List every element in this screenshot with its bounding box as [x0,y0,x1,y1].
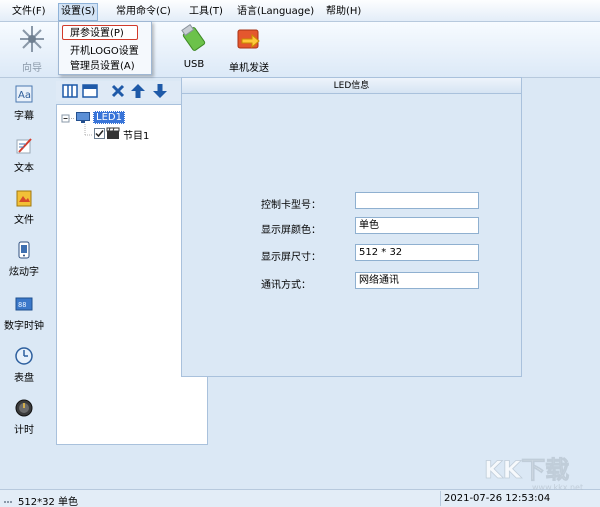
svg-text:Aa: Aa [18,90,31,101]
screen-size-label: 显示屏尺寸： [261,252,321,263]
led-info-title: LED信息 [182,78,521,94]
status-screen-info: 512*32 单色 [18,497,78,507]
svg-text:88: 88 [18,301,26,309]
timer-icon [15,399,33,417]
subtitle-button[interactable]: Aa 字幕 [0,84,48,122]
controller-model-label: 控制卡型号： [261,200,321,211]
screen-color-field[interactable]: 单色 [355,217,479,234]
usb-label: USB [183,59,205,70]
admin-item[interactable]: 管理员设置(A) [59,59,151,74]
dial-button[interactable]: 表盘 [0,346,48,384]
svg-text:www.kkx.net: www.kkx.net [532,483,583,492]
menu-bar: 文件(F) 设置(S) 常用命令(C) 工具(T) 语言(Language) 帮… [0,0,600,22]
wizard-label: 向导 [22,63,42,74]
file-icon [16,190,32,207]
timer-button[interactable]: 计时 [0,398,48,436]
menu-settings[interactable]: 设置(S) [58,3,99,21]
animated-text-button[interactable]: 炫动字 [0,240,48,278]
delete-icon[interactable] [110,83,126,99]
tree-node-program1[interactable]: 节目1 [123,127,149,142]
send-icon [237,29,260,49]
timer-label: 计时 [14,425,34,436]
left-toolbar: Aa 字幕 文本 文件 炫动字 88 数字时钟 表盘 计时 [0,78,48,489]
menu-tools[interactable]: 工具(T) [187,4,225,20]
settings-dropdown: 屏参设置(P) 开机LOGO设置 管理员设置(A) [58,21,152,75]
comm-method-label: 通讯方式： [261,280,311,291]
window-icon[interactable] [82,83,98,99]
text-button[interactable]: 文本 [0,136,48,174]
dial-icon [15,347,33,365]
led-screen-icon [76,112,90,123]
digital-clock-button[interactable]: 88 数字时钟 [0,294,48,332]
subtitle-icon: Aa [15,85,33,103]
wizard-button[interactable]: 向导 [12,24,52,74]
kk-watermark-logo: KK下载 www.kkx.net [482,452,594,492]
subtitle-label: 字幕 [14,111,34,122]
checkbox-icon[interactable] [94,128,105,139]
screen-color-label: 显示屏颜色： [261,225,321,236]
status-datetime: 2021-07-26 12:53:04 [444,493,551,504]
menu-file[interactable]: 文件(F) [10,4,48,20]
led-info-panel: LED信息 控制卡型号： 显示屏颜色： 单色 显示屏尺寸： 512 * 32 通… [181,77,522,377]
menu-help[interactable]: 帮助(H) [324,4,363,20]
usb-icon [181,23,206,51]
wizard-icon [20,26,44,52]
digital-clock-icon: 88 [15,297,33,311]
screen-params-item[interactable]: 屏参设置(P) [62,25,138,40]
menu-commands[interactable]: 常用命令(C) [114,4,173,20]
controller-model-field[interactable] [355,192,479,209]
send-label: 单机发送 [229,63,269,74]
menu-language[interactable]: 语言(Language) [235,4,316,20]
digital-clock-label: 数字时钟 [4,321,44,332]
text-icon [16,138,32,154]
layout-grid-icon[interactable] [62,83,78,99]
status-grip-icon [4,501,12,503]
status-separator [440,491,441,506]
program-clapper-icon [106,127,120,139]
animated-text-icon [18,241,30,259]
file-label: 文件 [14,215,34,226]
tree-node-led1[interactable]: LED1 [93,111,125,124]
file-button[interactable]: 文件 [0,188,48,226]
move-down-icon[interactable] [152,83,168,99]
animated-text-label: 炫动字 [9,267,39,278]
screen-size-field[interactable]: 512 * 32 [355,244,479,261]
svg-text:KK下载: KK下载 [484,456,569,484]
text-label: 文本 [14,163,34,174]
move-up-icon[interactable] [130,83,146,99]
dial-label: 表盘 [14,373,34,384]
send-button[interactable]: 单机发送 [224,24,274,74]
comm-method-field[interactable]: 网络通讯 [355,272,479,289]
boot-logo-item[interactable]: 开机LOGO设置 [59,44,151,59]
usb-button[interactable]: USB [176,23,212,70]
